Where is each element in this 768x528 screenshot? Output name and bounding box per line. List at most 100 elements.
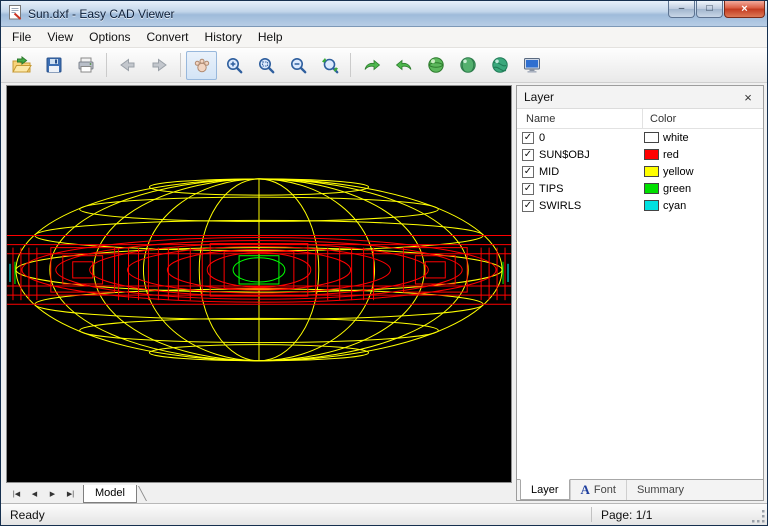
app-window: Sun.dxf - Easy CAD Viewer – □ × File Vie… xyxy=(0,0,768,526)
color-swatch[interactable] xyxy=(644,132,659,143)
forward-arrow-icon xyxy=(150,56,169,74)
color-name: white xyxy=(663,132,689,144)
open-button[interactable] xyxy=(6,51,37,80)
layer-name: MID xyxy=(539,166,559,178)
layer-panel-header: Layer × xyxy=(517,86,763,109)
toolbar xyxy=(1,48,767,83)
sphere-lat-icon xyxy=(427,56,445,74)
grip-dots-icon xyxy=(752,510,767,525)
window-title: Sun.dxf - Easy CAD Viewer xyxy=(28,7,175,21)
zoom-extents-icon xyxy=(321,56,339,74)
status-text: Ready xyxy=(1,508,591,522)
zoom-window-button[interactable] xyxy=(250,51,281,80)
layer-checkbox[interactable]: ✓ xyxy=(522,132,534,144)
app-icon xyxy=(8,5,23,23)
zoom-extents-button[interactable] xyxy=(314,51,345,80)
undo-arrow-icon xyxy=(395,56,413,74)
tab-font-label: Font xyxy=(594,484,616,496)
toolbar-separator xyxy=(106,53,107,77)
pan-paw-icon xyxy=(193,56,211,74)
menu-convert[interactable]: Convert xyxy=(139,28,197,46)
render-sphere-2-button[interactable] xyxy=(452,51,483,80)
color-swatch[interactable] xyxy=(644,149,659,160)
maximize-button[interactable]: □ xyxy=(696,1,723,18)
check-icon: ✓ xyxy=(524,133,532,143)
sphere-lon-icon xyxy=(459,56,477,74)
tab-summary-label: Summary xyxy=(637,484,684,496)
zoom-out-icon xyxy=(289,56,307,74)
drawing-column: |◀ ◀ ▶ ▶| Model xyxy=(1,83,512,503)
resize-grip[interactable] xyxy=(752,510,767,525)
tab-slant-divider xyxy=(138,486,147,501)
titlebar[interactable]: Sun.dxf - Easy CAD Viewer – □ × xyxy=(1,1,767,27)
menu-options[interactable]: Options xyxy=(81,28,138,46)
check-icon: ✓ xyxy=(524,167,532,177)
minimize-button[interactable]: – xyxy=(668,1,695,18)
menu-file[interactable]: File xyxy=(4,28,39,46)
back-arrow-icon xyxy=(118,56,137,74)
layer-checkbox[interactable]: ✓ xyxy=(522,200,534,212)
close-button[interactable]: × xyxy=(724,1,765,18)
tab-layer[interactable]: Layer xyxy=(520,479,570,500)
column-name[interactable]: Name xyxy=(517,109,643,128)
color-swatch[interactable] xyxy=(644,200,659,211)
tab-model[interactable]: Model xyxy=(83,485,137,503)
model-tab-strip: |◀ ◀ ▶ ▶| Model xyxy=(6,483,512,503)
layer-checkbox[interactable]: ✓ xyxy=(522,149,534,161)
display-button[interactable] xyxy=(516,51,547,80)
menu-view[interactable]: View xyxy=(39,28,81,46)
layer-row[interactable]: ✓ MID yellow xyxy=(517,163,763,180)
layer-panel-title: Layer xyxy=(524,90,554,104)
save-icon xyxy=(45,56,63,74)
menubar: File View Options Convert History Help xyxy=(1,27,767,48)
tab-font[interactable]: AFont xyxy=(570,480,626,500)
layer-name: TIPS xyxy=(539,183,563,195)
tab-summary[interactable]: Summary xyxy=(626,480,694,500)
layer-name: SWIRLS xyxy=(539,200,581,212)
prev-page-button[interactable]: ◀ xyxy=(26,486,43,502)
redo-arrow-icon xyxy=(363,56,381,74)
layer-panel: Layer × Name Color ✓ 0 white ✓ SUN$OBJ r… xyxy=(516,85,764,501)
first-page-button[interactable]: |◀ xyxy=(8,486,25,502)
panel-tabs: Layer AFont Summary xyxy=(517,479,763,500)
panel-close-icon[interactable]: × xyxy=(740,91,756,104)
color-name: yellow xyxy=(663,166,694,178)
render-sphere-3-button[interactable] xyxy=(484,51,515,80)
color-name: red xyxy=(663,149,679,161)
menu-history[interactable]: History xyxy=(197,28,250,46)
check-icon: ✓ xyxy=(524,150,532,160)
layer-checkbox[interactable]: ✓ xyxy=(522,166,534,178)
back-button[interactable] xyxy=(112,51,143,80)
color-swatch[interactable] xyxy=(644,183,659,194)
last-page-button[interactable]: ▶| xyxy=(62,486,79,502)
sphere-swirl-icon xyxy=(491,56,509,74)
redo-button[interactable] xyxy=(356,51,387,80)
cad-canvas[interactable] xyxy=(6,85,512,483)
next-page-button[interactable]: ▶ xyxy=(44,486,61,502)
check-icon: ✓ xyxy=(524,184,532,194)
color-swatch[interactable] xyxy=(644,166,659,177)
color-name: green xyxy=(663,183,691,195)
layer-name: SUN$OBJ xyxy=(539,149,590,161)
save-button[interactable] xyxy=(38,51,69,80)
column-color[interactable]: Color xyxy=(643,113,763,125)
layer-list-header: Name Color xyxy=(517,109,763,129)
layer-row[interactable]: ✓ SUN$OBJ red xyxy=(517,146,763,163)
zoom-out-button[interactable] xyxy=(282,51,313,80)
check-icon: ✓ xyxy=(524,201,532,211)
pan-button[interactable] xyxy=(186,51,217,80)
forward-button[interactable] xyxy=(144,51,175,80)
page-indicator: Page: 1/1 xyxy=(592,504,752,525)
layer-checkbox[interactable]: ✓ xyxy=(522,183,534,195)
monitor-icon xyxy=(523,56,541,74)
toolbar-separator xyxy=(180,53,181,77)
layer-row[interactable]: ✓ 0 white xyxy=(517,129,763,146)
layer-row[interactable]: ✓ TIPS green xyxy=(517,180,763,197)
menu-help[interactable]: Help xyxy=(250,28,291,46)
tab-layer-label: Layer xyxy=(531,484,559,496)
render-sphere-1-button[interactable] xyxy=(420,51,451,80)
layer-row[interactable]: ✓ SWIRLS cyan xyxy=(517,197,763,214)
undo-button[interactable] xyxy=(388,51,419,80)
zoom-in-button[interactable] xyxy=(218,51,249,80)
print-button[interactable] xyxy=(70,51,101,80)
